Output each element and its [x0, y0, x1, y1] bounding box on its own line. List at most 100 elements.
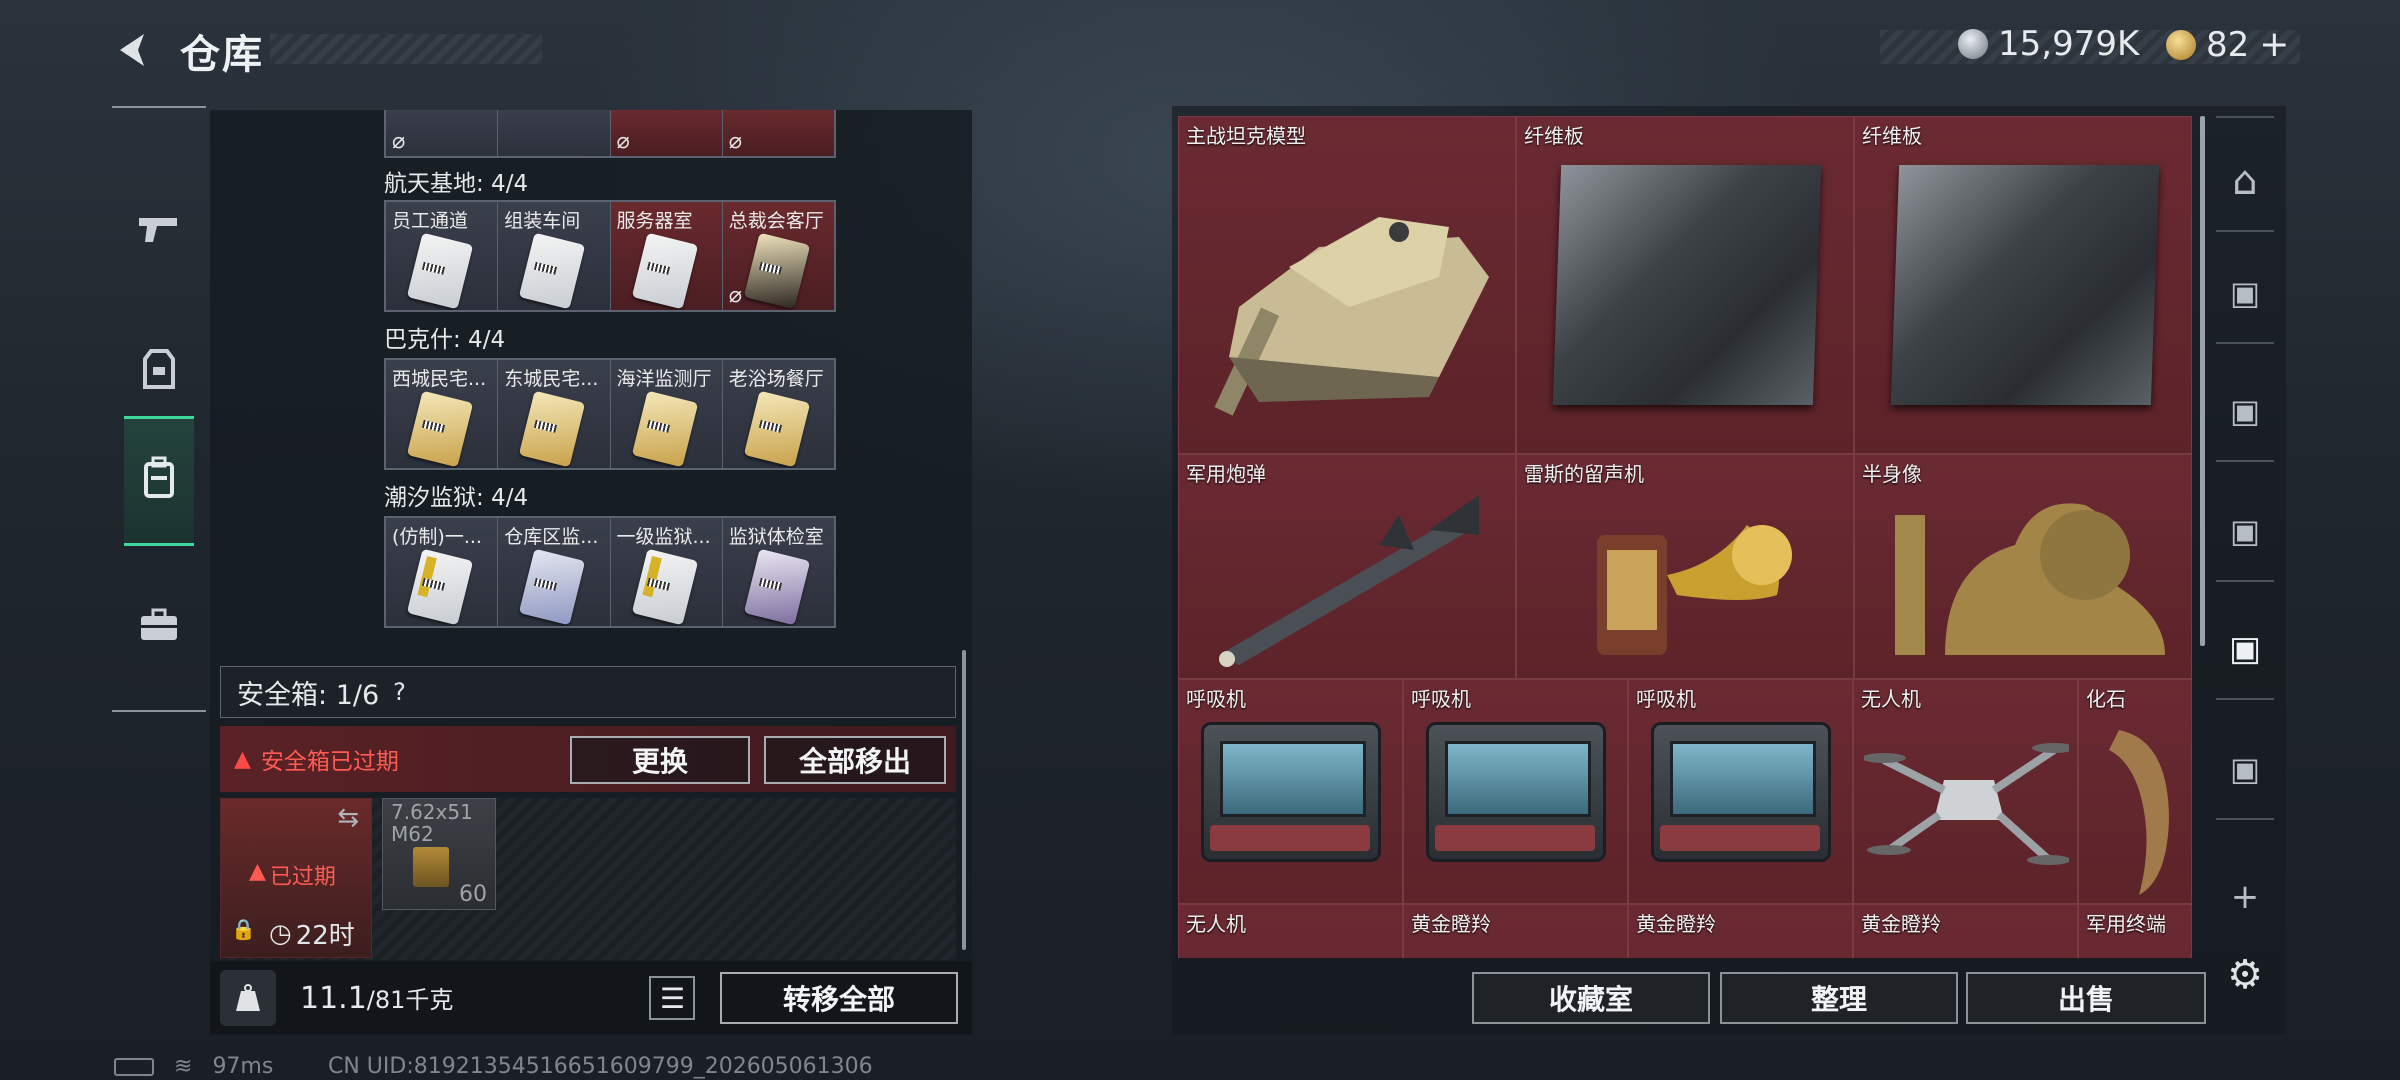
- item-bust[interactable]: 半身像: [1854, 454, 2192, 679]
- collection-button[interactable]: 收藏室: [1472, 972, 1710, 1024]
- list-icon[interactable]: ☰: [649, 976, 696, 1020]
- remove-all-button[interactable]: 全部移出: [764, 736, 946, 784]
- storage-tab-3[interactable]: ▣: [2214, 500, 2276, 562]
- nav-backpack[interactable]: [124, 416, 194, 546]
- item-fossil[interactable]: 化石: [2078, 679, 2192, 904]
- item-drone[interactable]: 无人机: [1178, 904, 1403, 958]
- storage-tab-icon: ▣: [2229, 392, 2261, 430]
- group-title: 潮汐监狱: 4/4: [384, 485, 529, 511]
- unlinked-icon: ⌀: [728, 283, 742, 308]
- item-golden-gazelle[interactable]: 黄金瞪羚: [1628, 904, 1853, 958]
- divider: [2216, 116, 2274, 118]
- storage-tab-active[interactable]: ▣: [2214, 618, 2276, 680]
- back-arrow-icon[interactable]: [112, 28, 156, 72]
- ammo-count: 60: [459, 882, 487, 907]
- keycard-icon: [743, 548, 810, 626]
- keycard-slot[interactable]: 一级监狱...: [610, 518, 723, 626]
- respirator-icon: [1201, 722, 1381, 862]
- storage-tab-icon: ▣: [2229, 750, 2261, 788]
- keycard-slot[interactable]: 仓库区监...: [498, 518, 611, 626]
- storage-tab-home[interactable]: ⌂: [2214, 150, 2276, 212]
- keycard-slot[interactable]: ⌀: [610, 110, 723, 156]
- bust-icon: [1895, 503, 2165, 655]
- storage-tab-icon: ▣: [2228, 629, 2262, 669]
- respirator-icon: [1651, 722, 1831, 862]
- keycard-slot[interactable]: 员工通道: [386, 202, 499, 310]
- house-icon: ⌂: [2232, 158, 2258, 204]
- keycard-icon: [631, 548, 698, 626]
- weight-value: 11.1/81千克: [300, 981, 454, 1016]
- replace-button[interactable]: 更换: [570, 736, 750, 784]
- keycard-label: 组装车间: [504, 210, 581, 232]
- group-title: 巴克什: 4/4: [384, 327, 506, 353]
- inventory-scrollbar[interactable]: [962, 650, 966, 950]
- swap-icon: ⇆: [337, 803, 359, 833]
- keycard-label: 总裁会客厅: [728, 210, 824, 232]
- keycard-slot[interactable]: 总裁会客厅 ⌀: [722, 202, 834, 310]
- keycard-slot[interactable]: ⌀: [722, 110, 834, 156]
- missile-icon: [1219, 495, 1479, 667]
- divider: [2216, 580, 2274, 582]
- keycard-slot[interactable]: 东城民宅...: [498, 360, 611, 468]
- settings-button[interactable]: ⚙: [2214, 944, 2276, 1006]
- item-respirator[interactable]: 呼吸机: [1628, 679, 1853, 904]
- help-icon[interactable]: ?: [393, 678, 406, 706]
- storage-tabs: ⌂ ▣ ▣ ▣ ▣ ▣ + ⚙: [2200, 106, 2290, 1026]
- armor-icon: [141, 348, 177, 398]
- item-gramophone[interactable]: 雷斯的留声机: [1516, 454, 1854, 679]
- status-bar: ≋ 97ms: [114, 1054, 273, 1079]
- item-fiberboard[interactable]: 纤维板: [1516, 116, 1854, 454]
- storage-tab-2[interactable]: ▣: [2214, 380, 2276, 442]
- item-golden-gazelle[interactable]: 黄金瞪羚: [1853, 904, 2078, 958]
- fiberboard-icon: [1890, 165, 2160, 405]
- currency-secondary-value: 82: [2206, 24, 2250, 65]
- expired-message: 安全箱已过期: [260, 749, 399, 775]
- keycard-slot[interactable]: 监狱体检室: [722, 518, 834, 626]
- keycard-slot[interactable]: (仿制)一...: [386, 518, 499, 626]
- keycard-slot[interactable]: 服务器室: [610, 202, 723, 310]
- storage-tab-icon: ▣: [2229, 512, 2261, 550]
- storage-tab-4[interactable]: ▣: [2214, 262, 2276, 324]
- weight-icon: [220, 970, 276, 1026]
- keycard-icon: [743, 390, 810, 468]
- header-stripe: [270, 34, 542, 64]
- gear-icon: ⚙: [2227, 952, 2263, 998]
- ammo-item[interactable]: 7.62x51 M62 60: [382, 798, 496, 910]
- add-tab-button[interactable]: +: [2214, 866, 2276, 928]
- keycard-label: (仿制)一...: [392, 526, 482, 548]
- keycard-slot[interactable]: 西城民宅...: [386, 360, 499, 468]
- ping-value: 97ms: [212, 1054, 274, 1079]
- currency-secondary[interactable]: 82 +: [2166, 24, 2289, 65]
- item-military-terminal[interactable]: 军用终端: [2078, 904, 2192, 958]
- fiberboard-icon: [1552, 165, 1822, 405]
- keycard-row: (仿制)一... 仓库区监... 一级监狱... 监狱体检室: [384, 516, 836, 628]
- keycard-slot[interactable]: [498, 110, 611, 156]
- keycard-slot[interactable]: 海洋监测厅: [610, 360, 723, 468]
- keycard-slot[interactable]: 老浴场餐厅: [722, 360, 834, 468]
- storage-tab-4b[interactable]: ▣: [2214, 738, 2276, 800]
- safe-box-label: 安全箱: 1/6: [237, 679, 380, 711]
- keycard-slot[interactable]: ⌀: [386, 110, 499, 156]
- safe-box-item[interactable]: ⇆ ▲ 已过期 🔒 ◷ 22时: [220, 798, 372, 958]
- nav-cases[interactable]: [124, 564, 194, 694]
- item-respirator[interactable]: 呼吸机: [1403, 679, 1628, 904]
- ammo-name: 7.62x51 M62: [391, 800, 473, 846]
- organize-button[interactable]: 整理: [1720, 972, 1958, 1024]
- keycard-slot[interactable]: 组装车间: [498, 202, 611, 310]
- item-tank-model[interactable]: 主战坦克模型: [1178, 116, 1516, 454]
- add-currency-button[interactable]: +: [2259, 24, 2289, 65]
- fossil-icon: [2109, 730, 2169, 895]
- item-expired-label: ▲ 已过期: [249, 859, 336, 890]
- ammo-box-icon: [413, 847, 449, 887]
- divider: [2216, 460, 2274, 462]
- item-drone[interactable]: 无人机: [1853, 679, 2078, 904]
- item-military-shell[interactable]: 军用炮弹: [1178, 454, 1516, 679]
- keycard-label: 监狱体检室: [728, 526, 824, 548]
- item-respirator[interactable]: 呼吸机: [1178, 679, 1403, 904]
- wifi-icon: ≋: [174, 1054, 193, 1079]
- item-fiberboard[interactable]: 纤维板: [1854, 116, 2192, 454]
- sell-button[interactable]: 出售: [1966, 972, 2206, 1024]
- item-golden-gazelle[interactable]: 黄金瞪羚: [1403, 904, 1628, 958]
- nav-weapons[interactable]: [124, 168, 194, 298]
- transfer-all-button[interactable]: 转移全部: [720, 972, 958, 1024]
